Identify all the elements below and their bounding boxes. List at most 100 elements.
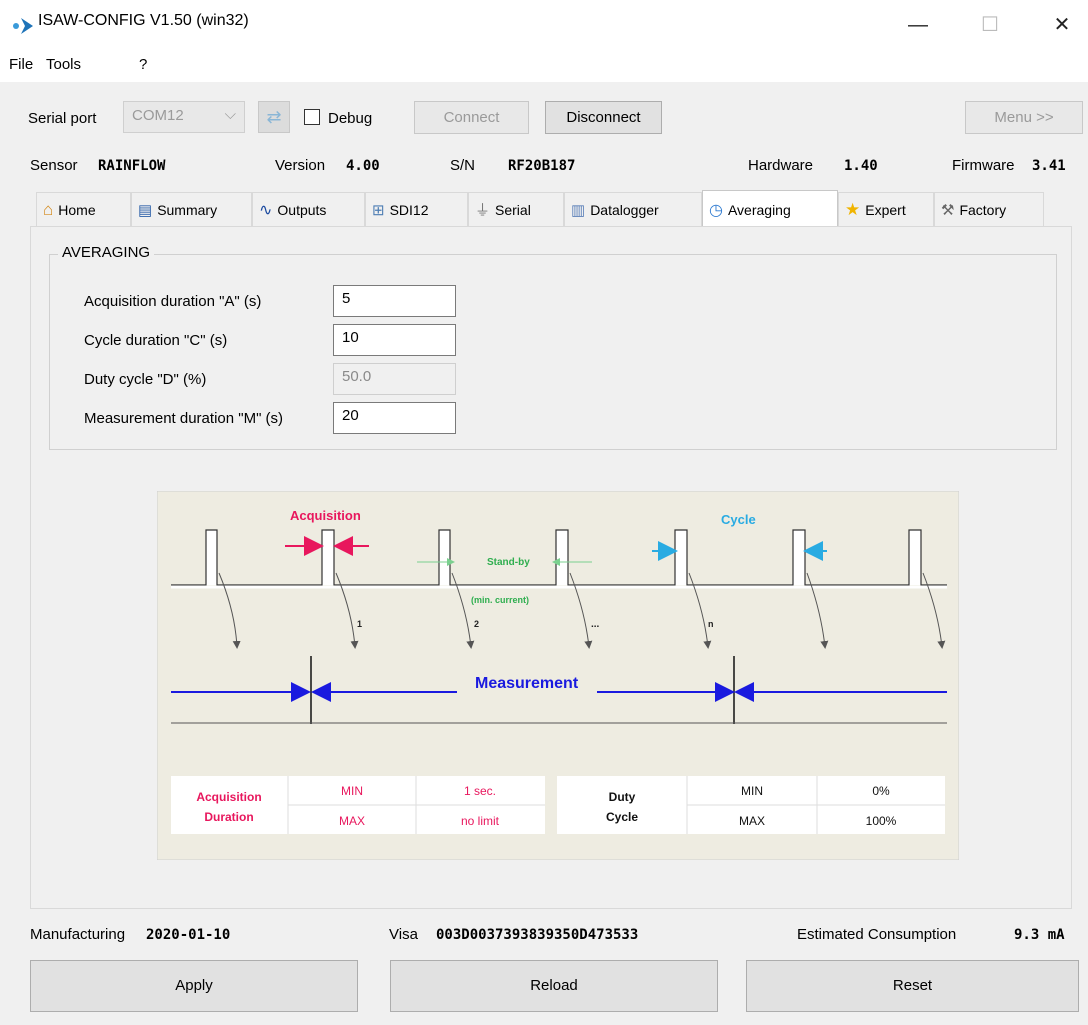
- tab-expert[interactable]: ★ Expert: [838, 192, 934, 226]
- maximize-button[interactable]: ☐: [970, 8, 1010, 42]
- sample-2-label: 2: [474, 619, 479, 629]
- disconnect-button[interactable]: Disconnect: [545, 101, 662, 134]
- menu-button[interactable]: Menu >>: [965, 101, 1083, 134]
- sensor-label: Sensor: [30, 157, 78, 174]
- acq-max-label: MAX: [339, 814, 365, 828]
- measurement-duration-label: Measurement duration "M" (s): [84, 410, 284, 427]
- firmware-label: Firmware: [952, 157, 1015, 174]
- manufacturing-label: Manufacturing: [30, 926, 126, 943]
- home-icon: ⌂: [43, 199, 54, 219]
- cycle-label: Cycle: [721, 512, 756, 527]
- version-label: Version: [275, 157, 326, 174]
- tab-label: Summary: [157, 201, 218, 218]
- acq-title-2: Duration: [204, 810, 253, 824]
- standby-label: Stand-by: [487, 557, 530, 568]
- tab-outputs[interactable]: ∿ Outputs: [252, 192, 365, 226]
- debug-label: Debug: [328, 110, 373, 127]
- tab-summary[interactable]: ▤ Summary: [131, 192, 252, 226]
- hardware-value: 1.40: [844, 158, 878, 174]
- plug-icon: ⏚: [475, 202, 491, 219]
- duty-title-1: Duty: [609, 790, 636, 804]
- duty-cycle-table: Duty Cycle MIN MAX 0% 100%: [557, 776, 945, 834]
- cycle-duration-input[interactable]: 10: [333, 324, 456, 356]
- maximize-icon: ☐: [981, 14, 999, 36]
- min-current-label: (min. current): [471, 595, 529, 605]
- visa-label: Visa: [389, 926, 418, 943]
- acq-title-1: Acquisition: [196, 790, 261, 804]
- tab-serial[interactable]: ⏚ Serial: [468, 192, 564, 226]
- acquisition-duration-label: Acquisition duration "A" (s): [84, 293, 262, 310]
- wave-icon: ∿: [259, 201, 273, 219]
- app-logo-icon: [13, 18, 33, 34]
- duty-min-value: 0%: [872, 784, 890, 798]
- reset-button[interactable]: Reset: [746, 960, 1079, 1012]
- serial-port-value: COM12: [132, 107, 184, 124]
- tab-label: SDI12: [389, 201, 429, 218]
- minimize-button[interactable]: —: [898, 8, 938, 42]
- tab-label: Datalogger: [590, 201, 659, 218]
- tab-sdi12[interactable]: ⊞ SDI12: [365, 192, 468, 226]
- measurement-duration-input[interactable]: 20: [333, 402, 456, 434]
- database-icon: ▥: [571, 201, 586, 219]
- manufacturing-value: 2020-01-10: [146, 927, 231, 943]
- menu-help[interactable]: ?: [139, 56, 147, 73]
- acq-min-value: 1 sec.: [464, 784, 496, 798]
- clock-icon: ◷: [709, 201, 723, 219]
- menu-file[interactable]: File: [9, 56, 33, 73]
- tab-label: Expert: [865, 201, 906, 218]
- debug-checkbox[interactable]: [304, 109, 320, 125]
- network-icon: ⊞: [372, 201, 385, 219]
- tab-label: Outputs: [277, 201, 327, 218]
- duty-cycle-label: Duty cycle "D" (%): [84, 371, 207, 388]
- summary-icon: ▤: [138, 201, 153, 219]
- sn-label: S/N: [450, 157, 476, 174]
- sample-dots-label: ...: [591, 619, 600, 630]
- serial-port-select[interactable]: COM12 ⌵: [123, 101, 245, 133]
- acq-max-value: no limit: [461, 814, 500, 828]
- consumption-value: 9.3 mA: [1014, 927, 1065, 943]
- tools-icon: ⚒: [941, 201, 955, 219]
- acquisition-duration-input[interactable]: 5: [333, 285, 456, 317]
- measurement-label: Measurement: [475, 675, 579, 692]
- visa-value: 003D0037393839350D473533: [436, 927, 639, 943]
- sn-value: RF20B187: [508, 158, 576, 174]
- cycle-duration-label: Cycle duration "C" (s): [84, 332, 228, 349]
- acq-min-label: MIN: [341, 784, 363, 798]
- connect-button[interactable]: Connect: [414, 101, 529, 134]
- duty-max-value: 100%: [866, 814, 897, 828]
- duty-min-label: MIN: [741, 784, 763, 798]
- reload-button[interactable]: Reload: [390, 960, 718, 1012]
- close-icon: ✕: [1053, 14, 1071, 36]
- refresh-button[interactable]: ⇄: [258, 101, 290, 133]
- refresh-icon: ⇄: [266, 107, 282, 127]
- minimize-icon: —: [908, 14, 928, 36]
- duty-cycle-input: 50.0: [333, 363, 456, 395]
- tab-averaging[interactable]: ◷ Averaging: [702, 190, 838, 228]
- chevron-down-icon: ⌵: [224, 106, 236, 123]
- firmware-value: 3.41: [1032, 158, 1066, 174]
- sample-n-label: n: [708, 619, 714, 629]
- averaging-diagram: Acquisition Stand-by (min. current) Cycl…: [157, 491, 959, 860]
- hardware-label: Hardware: [748, 157, 814, 174]
- acquisition-duration-table: Acquisition Duration MIN MAX 1 sec. no l…: [171, 776, 545, 834]
- tab-home[interactable]: ⌂ Home: [36, 192, 131, 226]
- star-icon: ★: [845, 199, 861, 219]
- apply-button[interactable]: Apply: [30, 960, 358, 1012]
- duty-max-label: MAX: [739, 814, 765, 828]
- menu-tools[interactable]: Tools: [46, 56, 81, 73]
- tab-factory[interactable]: ⚒ Factory: [934, 192, 1044, 226]
- duty-title-2: Cycle: [606, 810, 638, 824]
- tab-label: Serial: [495, 201, 531, 218]
- tab-label: Factory: [959, 201, 1007, 218]
- menu-bar: [0, 52, 1088, 82]
- sample-1-label: 1: [357, 619, 362, 629]
- tab-label: Averaging: [727, 201, 791, 218]
- sensor-value: RAINFLOW: [98, 158, 166, 174]
- tab-datalogger[interactable]: ▥ Datalogger: [564, 192, 702, 226]
- close-button[interactable]: ✕: [1042, 8, 1082, 42]
- serial-port-label: Serial port: [28, 110, 97, 127]
- consumption-label: Estimated Consumption: [797, 926, 957, 943]
- averaging-group-title: AVERAGING: [58, 244, 155, 261]
- version-value: 4.00: [346, 158, 380, 174]
- window-title: ISAW-CONFIG V1.50 (win32): [38, 12, 249, 29]
